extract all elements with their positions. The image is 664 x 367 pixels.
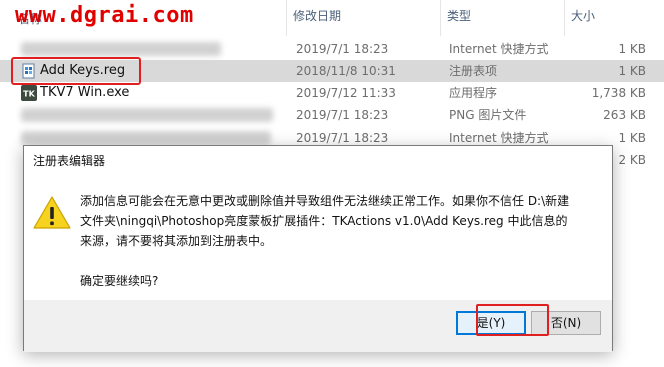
file-size: 2 KB — [618, 153, 646, 167]
screenshot: 修改日期 类型 大小 名称 www.dgrai.com 2019/7/1 18:… — [0, 0, 664, 367]
dialog-message: 添加信息可能会在无意中更改或删除值并导致组件无法继续正常工作。如果你不信任 D:… — [80, 191, 600, 291]
file-type: 注册表项 — [449, 64, 498, 78]
message-line: 文件夹\ningqi\Photoshop亮度蒙板扩展插件：TKActions v… — [80, 214, 568, 228]
file-size: 1 KB — [618, 131, 646, 145]
column-header-type[interactable]: 类型 — [441, 0, 565, 36]
file-row[interactable]: 2019/7/1 18:23 PNG 图片文件 263 KB — [0, 104, 664, 126]
blurred-name — [21, 108, 273, 122]
column-header-size-label: 大小 — [571, 9, 596, 23]
blurred-name — [21, 131, 271, 145]
file-date: 2019/7/12 11:33 — [296, 86, 396, 100]
file-date: 2019/7/1 18:23 — [296, 108, 389, 122]
registry-editor-dialog: 注册表编辑器 添加信息可能会在无意中更改或删除值并导致组件无法继续正常工作。如果… — [23, 145, 613, 352]
file-size: 263 KB — [603, 108, 646, 122]
file-size: 1,738 KB — [591, 86, 646, 100]
file-date: 2019/7/1 18:23 — [296, 42, 389, 56]
file-name: TKV7 Win.exe — [40, 85, 130, 100]
message-line: 来源，请不要将其添加到注册表中。 — [80, 234, 273, 248]
tkv7-app-icon: TK — [21, 85, 37, 101]
file-size: 1 KB — [618, 64, 646, 78]
file-type: Internet 快捷方式 — [449, 42, 549, 56]
message-line: 添加信息可能会在无意中更改或删除值并导致组件无法继续正常工作。如果你不信任 D:… — [80, 194, 570, 208]
annotation-highlight-yes — [476, 304, 549, 336]
file-size: 1 KB — [618, 42, 646, 56]
dialog-body: 添加信息可能会在无意中更改或删除值并导致组件无法继续正常工作。如果你不信任 D:… — [24, 174, 612, 300]
annotation-highlight-add-keys — [11, 57, 141, 85]
svg-text:TK: TK — [23, 90, 35, 99]
dialog-titlebar[interactable]: 注册表编辑器 — [24, 146, 612, 174]
file-type: 应用程序 — [449, 86, 498, 100]
column-header-date-label: 修改日期 — [293, 9, 342, 23]
file-row[interactable]: TK TKV7 Win.exe 2019/7/12 11:33 应用程序 1,7… — [0, 82, 664, 104]
file-type: PNG 图片文件 — [449, 108, 527, 122]
blurred-name — [21, 42, 221, 56]
column-header-type-label: 类型 — [447, 9, 472, 23]
column-header-size[interactable]: 大小 — [565, 0, 664, 36]
watermark: www.dgrai.com — [15, 3, 194, 28]
column-header-date[interactable]: 修改日期 — [287, 0, 441, 36]
file-date: 2018/11/8 10:31 — [296, 64, 396, 78]
confirm-question: 确定要继续吗? — [80, 274, 159, 288]
warning-icon — [33, 196, 71, 229]
dialog-title: 注册表编辑器 — [33, 154, 106, 168]
